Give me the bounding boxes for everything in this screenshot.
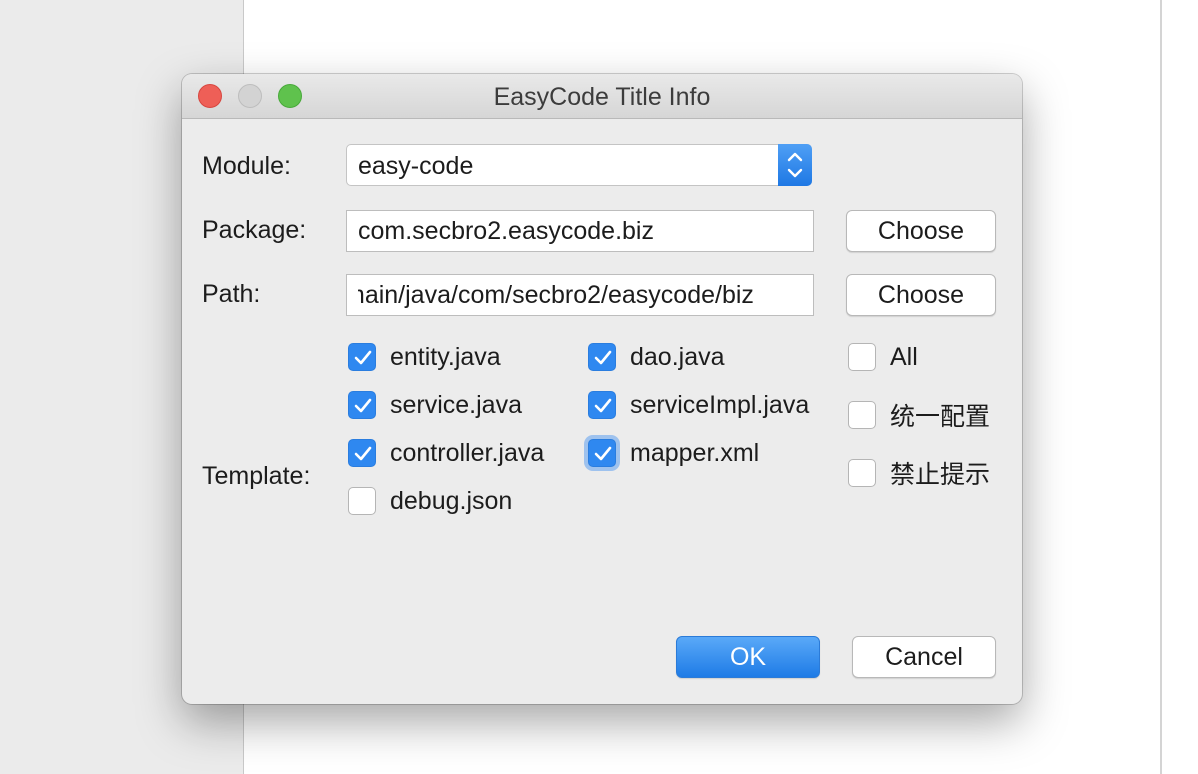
checkbox-box[interactable]: [348, 391, 376, 419]
cancel-button[interactable]: Cancel: [852, 636, 996, 678]
template-checkbox-mapper[interactable]: mapper.xml: [588, 437, 759, 469]
checkbox-label: serviceImpl.java: [630, 390, 810, 419]
checkmark-icon: [354, 398, 372, 413]
checkbox-label: debug.json: [390, 486, 513, 515]
checkbox-box[interactable]: [848, 459, 876, 487]
module-select[interactable]: easy-code: [346, 144, 812, 186]
checkbox-box[interactable]: [348, 343, 376, 371]
checkbox-box[interactable]: [848, 343, 876, 371]
checkmark-icon: [594, 446, 612, 461]
ok-button[interactable]: OK: [676, 636, 820, 678]
checkbox-box[interactable]: [588, 391, 616, 419]
dialog-title: EasyCode Title Info: [493, 83, 711, 111]
module-select-value: easy-code: [358, 152, 474, 180]
ide-right-panel: [1162, 0, 1198, 774]
dialog-titlebar[interactable]: EasyCode Title Info: [182, 74, 1022, 119]
checkbox-box[interactable]: [848, 401, 876, 429]
path-field[interactable]: [346, 274, 814, 316]
checkmark-icon: [594, 398, 612, 413]
checkbox-label: controller.java: [390, 438, 545, 467]
checkbox-label: dao.java: [630, 342, 725, 371]
checkmark-icon: [594, 350, 612, 365]
package-label: Package:: [202, 216, 307, 244]
checkbox-label: entity.java: [390, 342, 501, 371]
template-checkbox-entity[interactable]: entity.java: [348, 341, 501, 373]
template-checkbox-service[interactable]: service.java: [348, 389, 522, 421]
module-label: Module:: [202, 152, 291, 180]
up-down-chevron-icon[interactable]: [778, 144, 812, 186]
template-checkbox-controller[interactable]: controller.java: [348, 437, 544, 469]
path-input[interactable]: [347, 275, 813, 315]
checkbox-box[interactable]: [348, 439, 376, 467]
disable-prompt-checkbox[interactable]: 禁止提示: [848, 457, 990, 489]
easycode-dialog: EasyCode Title Info Module: easy-code Pa…: [182, 74, 1022, 704]
template-checkbox-serviceimpl[interactable]: serviceImpl.java: [588, 389, 809, 421]
path-label: Path:: [202, 280, 261, 308]
checkmark-icon: [354, 446, 372, 461]
all-checkbox[interactable]: All: [848, 341, 918, 373]
checkbox-box[interactable]: [348, 487, 376, 515]
checkbox-label: 统一配置: [890, 403, 991, 431]
unified-config-checkbox[interactable]: 统一配置: [848, 399, 990, 431]
checkbox-label: 禁止提示: [890, 461, 991, 489]
checkbox-label: mapper.xml: [630, 438, 760, 467]
template-label: Template:: [202, 462, 311, 490]
checkmark-icon: [354, 350, 372, 365]
package-field[interactable]: [346, 210, 814, 252]
checkbox-box[interactable]: [588, 439, 616, 467]
path-choose-button[interactable]: Choose: [846, 274, 996, 316]
package-choose-button[interactable]: Choose: [846, 210, 996, 252]
package-input[interactable]: [347, 211, 813, 251]
checkbox-label: All: [890, 342, 918, 371]
template-checkbox-dao[interactable]: dao.java: [588, 341, 725, 373]
checkbox-label: service.java: [390, 390, 522, 419]
template-checkbox-debug[interactable]: debug.json: [348, 485, 512, 517]
checkbox-box[interactable]: [588, 343, 616, 371]
